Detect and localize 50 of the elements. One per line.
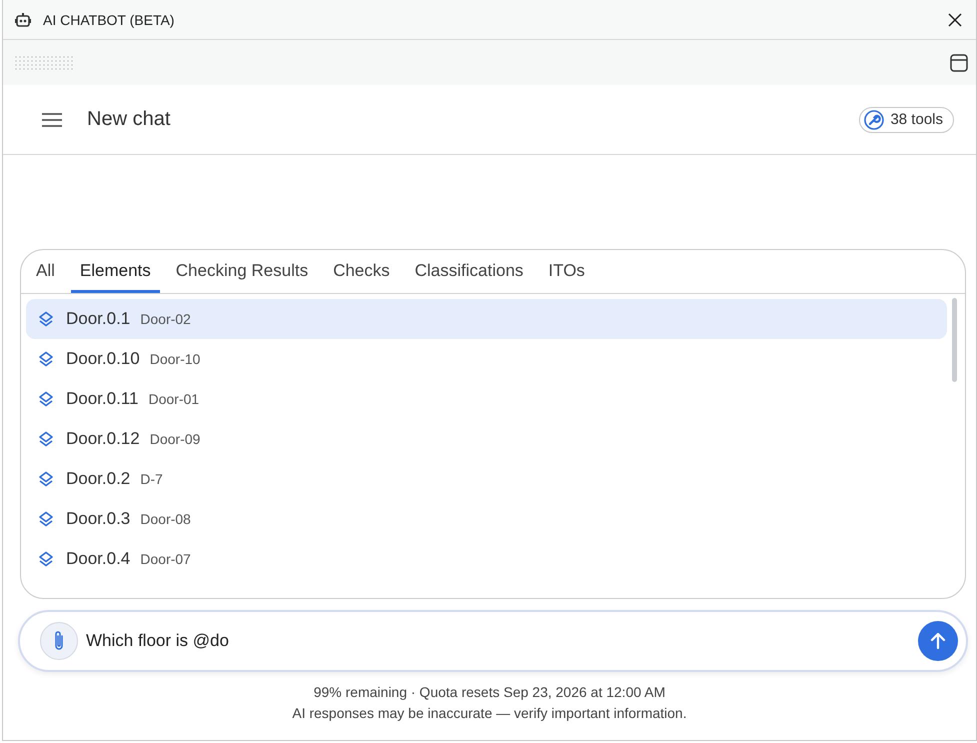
robot-icon (15, 12, 31, 26)
element-option[interactable]: Door.0.1 Door-02 (26, 299, 947, 339)
filter-tab[interactable]: Elements (70, 250, 160, 293)
element-name: Door.0.3 (66, 509, 130, 529)
element-label: Door-02 (140, 311, 191, 327)
element-label: D-7 (140, 471, 163, 487)
window-title: AI CHATBOT (BETA) (43, 12, 176, 28)
element-name: Door.0.4 (66, 549, 130, 569)
message-input[interactable]: Which floor is @do (86, 626, 910, 656)
quota-text: 99% remaining · Quota resets Sep 23, 2026 at 12:00 AM (314, 684, 666, 700)
panel-layout-icon[interactable] (950, 54, 968, 72)
layers-icon (38, 391, 54, 407)
wrench-icon (864, 110, 884, 130)
element-label: Door-01 (148, 391, 200, 407)
element-name: Door.0.2 (66, 469, 130, 489)
arrow-up-icon (928, 631, 948, 651)
element-option[interactable]: Door.0.3 Door-08 (26, 499, 947, 539)
message-field[interactable]: Which floor is @do (18, 610, 968, 672)
element-label: Door-10 (150, 351, 200, 367)
layers-icon (38, 471, 54, 487)
menu-button[interactable] (41, 112, 63, 126)
filter-tab[interactable]: All (27, 250, 64, 293)
attach-button[interactable] (40, 622, 78, 660)
filter-tab[interactable]: Checking Results (166, 250, 318, 293)
element-option[interactable]: Door.0.11 Door-01 (26, 379, 947, 419)
layers-icon (38, 551, 54, 567)
tools-badge[interactable]: 38 tools (859, 106, 954, 132)
close-button[interactable] (946, 10, 964, 28)
element-label: Door-08 (140, 511, 191, 527)
chat-title: New chat (87, 108, 172, 131)
element-option[interactable]: Door.0.2 D-7 (26, 459, 947, 499)
filter-tab[interactable]: Classifications (406, 250, 532, 293)
layers-icon (38, 351, 54, 367)
filter-tab[interactable]: ITOs (539, 250, 594, 293)
scrollbar[interactable] (952, 298, 957, 382)
layers-icon (38, 431, 54, 447)
layers-icon (38, 311, 54, 327)
element-option[interactable]: Door.0.4 Door-07 (26, 539, 947, 579)
element-option[interactable]: Door.0.12 Door-09 (26, 419, 947, 459)
element-name: Door.0.12 (66, 429, 140, 449)
element-name: Door.0.11 (66, 389, 138, 409)
element-name: Door.0.1 (66, 309, 130, 329)
disclaimer-text: AI responses may be inaccurate — verify important information. (292, 705, 687, 721)
element-label: Door-07 (140, 551, 191, 567)
element-label: Door-09 (150, 431, 200, 447)
send-button[interactable] (918, 621, 958, 661)
filter-tab[interactable]: Checks (324, 250, 399, 293)
element-option[interactable]: Door.0.10 Door-10 (26, 339, 947, 379)
layers-icon (38, 511, 54, 527)
element-name: Door.0.10 (66, 349, 140, 369)
